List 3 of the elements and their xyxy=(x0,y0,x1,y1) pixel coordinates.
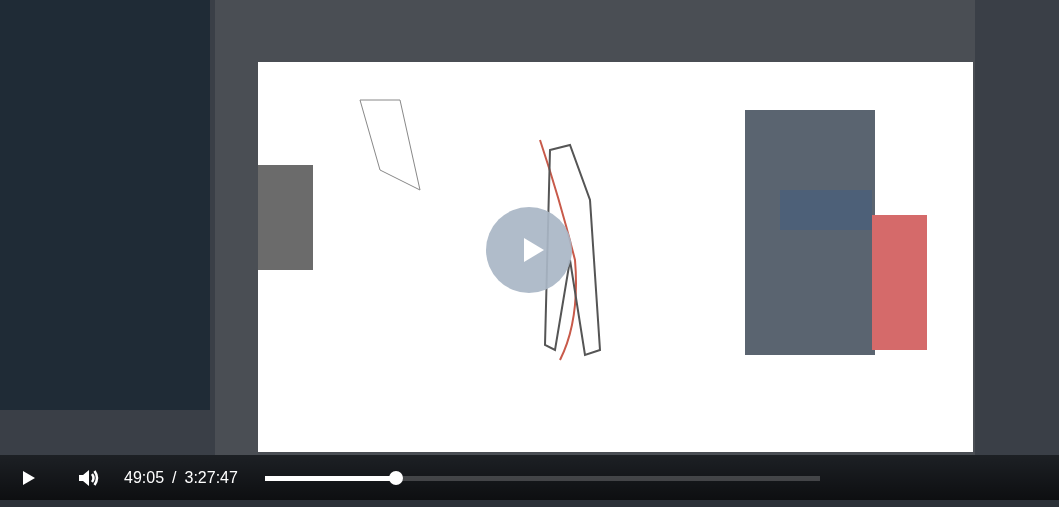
duration: 3:27:47 xyxy=(184,468,238,487)
current-time: 49:05 xyxy=(124,468,165,487)
time-separator: / xyxy=(172,468,177,487)
